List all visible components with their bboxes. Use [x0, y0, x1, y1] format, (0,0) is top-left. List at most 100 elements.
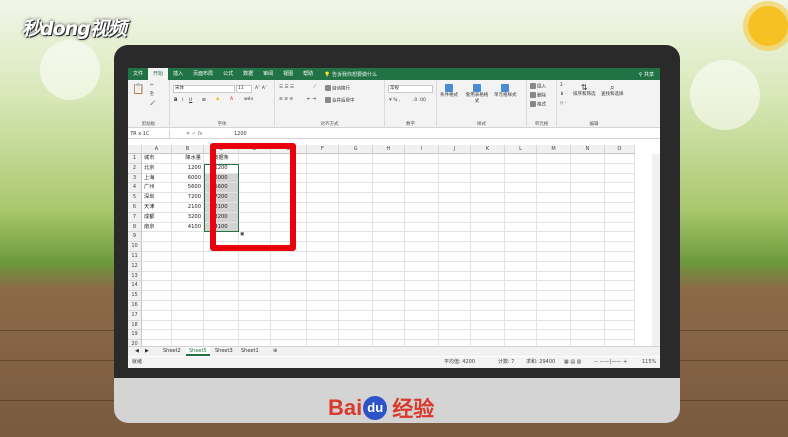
tab-formulas[interactable]: 公式: [218, 68, 238, 80]
grid-cell[interactable]: [605, 154, 635, 164]
grid-cell[interactable]: [605, 183, 635, 194]
grid-cell[interactable]: [471, 330, 505, 341]
italic-button[interactable]: I: [182, 98, 183, 104]
grid-cell[interactable]: [537, 310, 571, 321]
grid-cell[interactable]: [471, 271, 505, 282]
grid-cell[interactable]: [439, 242, 471, 252]
grid-cell[interactable]: [142, 281, 172, 292]
grid-cell[interactable]: [471, 301, 505, 311]
row-header[interactable]: 1: [128, 154, 142, 164]
grid-cell[interactable]: [307, 271, 339, 282]
grid-cell[interactable]: [271, 310, 307, 321]
grid-cell[interactable]: [505, 222, 537, 233]
grid-cell[interactable]: [271, 301, 307, 311]
grid-cell[interactable]: [307, 173, 339, 184]
number-format-select[interactable]: 常规: [388, 85, 433, 93]
grid-cell[interactable]: [571, 271, 605, 282]
row-header[interactable]: 16: [128, 301, 142, 311]
grid-cell[interactable]: [142, 330, 172, 341]
grid-cell[interactable]: [605, 203, 635, 213]
grid-cell[interactable]: [405, 212, 439, 223]
grid-cell[interactable]: [505, 163, 537, 174]
fill-color-icon[interactable]: ◆: [216, 97, 219, 103]
tab-page-layout[interactable]: 页面布局: [188, 68, 218, 80]
paste-icon[interactable]: 📋: [132, 84, 144, 96]
grid-cell[interactable]: [405, 320, 439, 331]
clear-icon[interactable]: ◇ ·: [560, 101, 566, 107]
column-header[interactable]: H: [373, 145, 405, 154]
grid-cell[interactable]: [339, 232, 373, 243]
grid-cell[interactable]: [505, 183, 537, 194]
merge-center-button[interactable]: 合并后居中: [325, 97, 355, 105]
grid-cell[interactable]: [439, 310, 471, 321]
grid-cell[interactable]: [307, 261, 339, 272]
column-header[interactable]: J: [439, 145, 471, 154]
row-header[interactable]: 3: [128, 173, 142, 184]
grid-cell[interactable]: [271, 252, 307, 262]
align-left-icon[interactable]: ≡ ≡ ≡: [279, 97, 293, 103]
grid-cell[interactable]: [405, 261, 439, 272]
grid-cell[interactable]: [142, 261, 172, 272]
grid-cell[interactable]: [239, 261, 271, 272]
grid-cell[interactable]: [142, 320, 172, 331]
border-icon[interactable]: ⊞: [202, 98, 206, 104]
grid-cell[interactable]: [439, 291, 471, 301]
grid-cell[interactable]: [307, 154, 339, 164]
grid-cell[interactable]: [505, 193, 537, 203]
grid-cell[interactable]: [373, 163, 405, 174]
grid-cell[interactable]: [204, 291, 239, 301]
grid-cell[interactable]: [142, 301, 172, 311]
grid-cell[interactable]: [307, 163, 339, 174]
grid-cell[interactable]: [571, 203, 605, 213]
font-color-icon[interactable]: A: [230, 97, 233, 103]
grid-cell[interactable]: [204, 320, 239, 331]
column-header[interactable]: B: [172, 145, 204, 154]
add-sheet-icon[interactable]: ⊕: [270, 347, 280, 356]
cancel-icon[interactable]: ✕: [186, 131, 190, 137]
grid-cell[interactable]: [605, 330, 635, 341]
grid-cell[interactable]: [142, 242, 172, 252]
find-select-button[interactable]: ⌕ 查找和选择: [601, 83, 624, 98]
grid-cell[interactable]: [471, 212, 505, 223]
grid-cell[interactable]: [307, 222, 339, 233]
grid-cell[interactable]: [537, 193, 571, 203]
row-header[interactable]: 6: [128, 203, 142, 213]
grid-cell[interactable]: [373, 222, 405, 233]
grid-cell[interactable]: [373, 261, 405, 272]
grid-cell[interactable]: [142, 271, 172, 282]
tab-file[interactable]: 文件: [128, 68, 148, 80]
grid-cell[interactable]: [571, 222, 605, 233]
zoom-slider[interactable]: − ——|—— +: [594, 357, 627, 368]
grid-cell[interactable]: [537, 291, 571, 301]
indent-icon[interactable]: ⇤ ⇥: [307, 97, 316, 103]
grid-cell[interactable]: [439, 154, 471, 164]
grid-cell[interactable]: [571, 281, 605, 292]
insert-cells-button[interactable]: 插入: [530, 83, 546, 91]
grid-cell[interactable]: [307, 183, 339, 194]
grid-cell[interactable]: [439, 163, 471, 174]
grid-cell[interactable]: [373, 242, 405, 252]
row-header[interactable]: 14: [128, 281, 142, 292]
grid-cell[interactable]: [307, 320, 339, 331]
decimal-icon[interactable]: .0 .00: [413, 98, 426, 104]
grid-cell[interactable]: [439, 222, 471, 233]
grid-cell[interactable]: [505, 261, 537, 272]
tab-insert[interactable]: 插入: [168, 68, 188, 80]
grid-cell[interactable]: [439, 193, 471, 203]
grid-cell[interactable]: [271, 281, 307, 292]
font-name-select[interactable]: 宋体: [173, 85, 235, 93]
grid-cell[interactable]: [471, 203, 505, 213]
grid-cell[interactable]: [405, 193, 439, 203]
grid-cell[interactable]: [239, 330, 271, 341]
grid-cell[interactable]: [172, 261, 204, 272]
sheet-tab-sheet2[interactable]: Sheet2: [160, 347, 184, 356]
grid-cell[interactable]: [172, 232, 204, 243]
grid-cell[interactable]: [439, 330, 471, 341]
grid-cell[interactable]: [439, 301, 471, 311]
grid-cell[interactable]: [373, 173, 405, 184]
grid-cell[interactable]: [172, 310, 204, 321]
formula-input[interactable]: 1200: [234, 130, 247, 138]
top-align-icon[interactable]: ☰ ☰ ☰: [279, 85, 294, 91]
grid-cell[interactable]: [373, 154, 405, 164]
sheet-nav-prev-icon[interactable]: ◀: [132, 347, 142, 356]
